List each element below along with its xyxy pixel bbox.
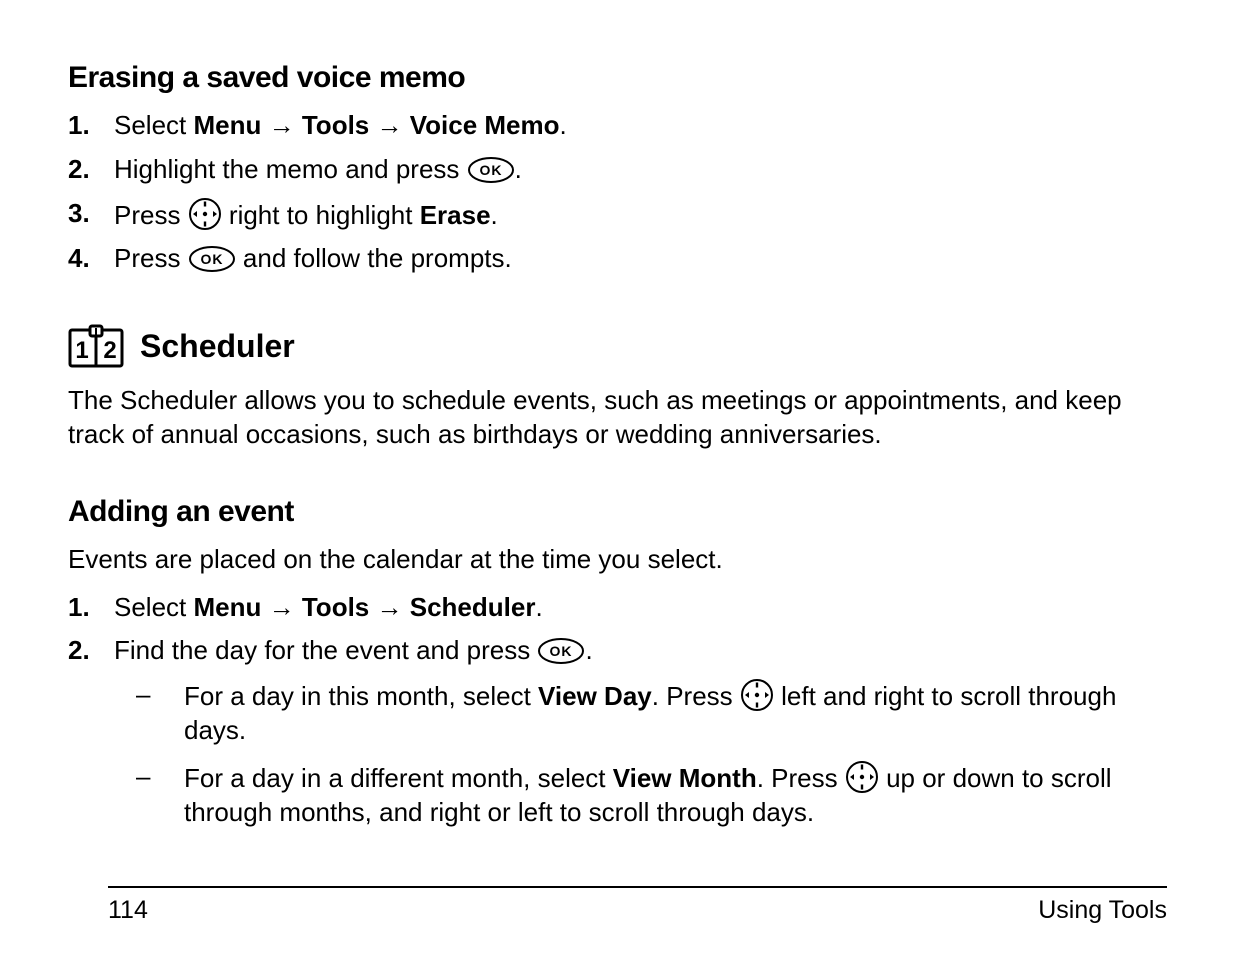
scheduler-label: Scheduler	[410, 592, 536, 622]
dash-bullet: –	[136, 678, 184, 712]
step-4: 4. Press and follow the prompts.	[68, 242, 1167, 276]
nav-key-icon	[188, 197, 222, 231]
step-body: Highlight the memo and press .	[114, 153, 1167, 187]
menu-label: Menu	[194, 592, 262, 622]
nav-key-icon	[740, 678, 774, 712]
text: Find the day for the event and press	[114, 635, 537, 665]
scheduler-title: Scheduler	[140, 326, 295, 368]
step-body: Select Menu → Tools → Voice Memo.	[114, 109, 1167, 143]
text: Press	[114, 200, 188, 230]
step-number: 1.	[68, 591, 114, 625]
footer-section-label: Using Tools	[1038, 894, 1167, 927]
ok-button-icon	[188, 245, 236, 273]
text: right to highlight	[222, 200, 420, 230]
step-body: Find the day for the event and press . –…	[114, 634, 1167, 841]
dash-bullet: –	[136, 760, 184, 794]
step-3: 3. Press right to highlight Erase.	[68, 197, 1167, 233]
text: Select	[114, 110, 194, 140]
tools-label: Tools	[302, 110, 369, 140]
heading-erasing-voice-memo: Erasing a saved voice memo	[68, 58, 1167, 97]
text: Press	[114, 243, 188, 273]
scheduler-heading-row: Scheduler	[68, 324, 1167, 370]
step-number: 2.	[68, 153, 114, 187]
tools-label: Tools	[302, 592, 369, 622]
arrow-icon: →	[269, 110, 295, 140]
text: .	[535, 592, 542, 622]
text: and follow the prompts.	[236, 243, 512, 273]
step-2: 2. Highlight the memo and press .	[68, 153, 1167, 187]
nav-key-icon	[845, 760, 879, 794]
step-number: 4.	[68, 242, 114, 276]
steps-add-list: 1. Select Menu → Tools → Scheduler. 2. F…	[68, 591, 1167, 842]
step-number: 2.	[68, 634, 114, 668]
step-body: Press right to highlight Erase.	[114, 197, 1167, 233]
scheduler-calendar-icon	[68, 324, 126, 370]
view-day-label: View Day	[538, 681, 652, 711]
text: .	[585, 635, 592, 665]
page-number: 114	[108, 894, 148, 927]
text: For a day in a different month, select	[184, 763, 613, 793]
step-body: Select Menu → Tools → Scheduler.	[114, 591, 1167, 625]
ok-button-icon	[467, 156, 515, 184]
text: . Press	[757, 763, 845, 793]
sub-bullet-2: – For a day in a different month, select…	[114, 760, 1167, 830]
text: Select	[114, 592, 194, 622]
step-2: 2. Find the day for the event and press …	[68, 634, 1167, 841]
arrow-icon: →	[377, 592, 403, 622]
step-1: 1. Select Menu → Tools → Scheduler.	[68, 591, 1167, 625]
text: For a day in this month, select	[184, 681, 538, 711]
page-footer: 114 Using Tools	[68, 886, 1167, 927]
step-1: 1. Select Menu → Tools → Voice Memo.	[68, 109, 1167, 143]
sub-bullet-list: – For a day in this month, select View D…	[114, 678, 1167, 829]
bullet-body: For a day in this month, select View Day…	[184, 678, 1167, 748]
menu-label: Menu	[194, 110, 262, 140]
text: .	[560, 110, 567, 140]
arrow-icon: →	[269, 592, 295, 622]
text: .	[491, 200, 498, 230]
steps-erase-list: 1. Select Menu → Tools → Voice Memo. 2. …	[68, 109, 1167, 276]
scheduler-description: The Scheduler allows you to schedule eve…	[68, 384, 1167, 452]
sub-bullet-1: – For a day in this month, select View D…	[114, 678, 1167, 748]
step-body: Press and follow the prompts.	[114, 242, 1167, 276]
ok-button-icon	[537, 637, 585, 665]
adding-event-intro: Events are placed on the calendar at the…	[68, 543, 1167, 577]
step-number: 1.	[68, 109, 114, 143]
heading-adding-event: Adding an event	[68, 492, 1167, 531]
arrow-icon: →	[377, 110, 403, 140]
text: Highlight the memo and press	[114, 154, 467, 184]
erase-label: Erase	[420, 200, 491, 230]
text: . Press	[652, 681, 740, 711]
bullet-body: For a day in a different month, select V…	[184, 760, 1167, 830]
voice-memo-label: Voice Memo	[410, 110, 560, 140]
view-month-label: View Month	[613, 763, 757, 793]
step-number: 3.	[68, 197, 114, 231]
text: .	[515, 154, 522, 184]
